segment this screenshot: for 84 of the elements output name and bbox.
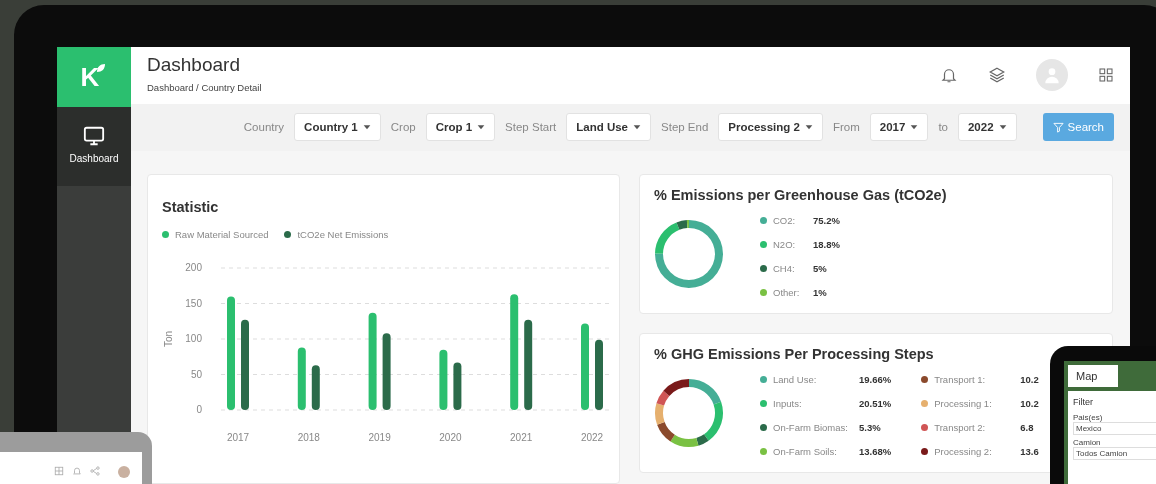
axis-tick-label: 2020 [439, 432, 462, 443]
bar [311, 365, 320, 410]
filter-label: Crop [390, 121, 416, 134]
legend-value: 5% [813, 262, 827, 274]
logo-text: K [80, 61, 100, 93]
bar [297, 347, 306, 410]
bar [453, 362, 462, 410]
filter-label: to [938, 121, 948, 134]
axis-tick-label: 2021 [510, 432, 533, 443]
axis-tick-label: 2017 [226, 432, 250, 443]
input-field[interactable]: Mexico [1073, 422, 1156, 435]
legend-value: 6.8 [1020, 421, 1034, 433]
legend-value: 19.66% [859, 373, 892, 385]
dropdown[interactable]: Processing 2 [718, 113, 823, 142]
axis-tick-label: 100 [185, 333, 202, 344]
legend-label: CO2: [773, 214, 797, 226]
dropdown[interactable]: 2022 [957, 113, 1017, 142]
legend-label: Processing 1: [934, 397, 993, 409]
legend-label: Raw Material Sourced [175, 229, 269, 240]
page-title: Dashboard [147, 53, 241, 76]
layers-icon [988, 66, 1006, 85]
input-field[interactable]: Todos Camion [1073, 447, 1156, 460]
caret-icon [633, 123, 641, 132]
grid-icon [54, 466, 64, 476]
legend-value: 1% [813, 286, 827, 298]
legend-value: 20.51% [859, 397, 892, 409]
caret-icon [910, 123, 919, 132]
legend-value: 13.6 [1020, 445, 1039, 457]
field-label: Pais(es) [1073, 413, 1104, 422]
dropdown[interactable]: 2017 [869, 113, 929, 142]
axis-tick-label: 200 [185, 262, 202, 273]
legend-label: CH4: [773, 262, 796, 274]
legend-label: N2O: [773, 238, 797, 250]
legend-label: Inputs: [773, 397, 803, 409]
legend-value: 10.2 [1020, 373, 1039, 385]
filter-label: Step Start [505, 121, 557, 134]
filter-label: From [832, 121, 860, 134]
legend-label: Processing 2: [934, 445, 993, 457]
legend-label: Land Use: [773, 373, 818, 385]
filter-label: Country [243, 121, 285, 134]
caret-icon [477, 123, 486, 132]
axis-tick-label: 2022 [580, 432, 604, 443]
axis-tick-label: 2018 [297, 432, 320, 443]
axis-tick-label: 2019 [368, 432, 391, 443]
axis-tick-label: 50 [190, 368, 202, 380]
legend-value: 18.8% [813, 238, 840, 250]
axis-tick-label: 0 [196, 404, 202, 415]
bar [595, 339, 603, 410]
sidebar-item[interactable]: Dashboard [57, 107, 131, 186]
avatar[interactable] [1036, 59, 1068, 92]
caret-icon [362, 123, 371, 132]
axis-title: Ton [163, 330, 174, 348]
legend-label: tCO2e Net Emissions [297, 229, 389, 240]
bar [439, 349, 448, 410]
legend-label: Transport 2: [934, 421, 987, 433]
share-icon [90, 466, 100, 476]
dropdown[interactable]: Land Use [566, 113, 651, 142]
panel-title: Filter [1073, 397, 1094, 407]
map-tab[interactable]: Map [1068, 365, 1118, 387]
legend-value: 10.2 [1020, 397, 1039, 409]
legend-label: On-Farm Soils: [773, 445, 838, 457]
legend-value: 5.3% [859, 421, 881, 433]
bell-icon [940, 66, 958, 85]
monitor-icon [83, 125, 105, 147]
legend-value: 75.2% [813, 214, 840, 226]
grid-icon [1098, 67, 1114, 84]
legend-label: On-Farm Biomas: [773, 421, 849, 433]
card-title: % GHG Emissions Per Processing Steps [654, 346, 935, 362]
field-label: Camion [1073, 438, 1102, 447]
axis-tick-label: 150 [185, 297, 202, 309]
avatar[interactable] [118, 466, 130, 478]
legend-value: 13.68% [859, 445, 892, 457]
filter-label: Step End [661, 121, 709, 134]
card-title: Statistic [162, 199, 220, 215]
legend-label: Transport 1: [934, 373, 987, 385]
breadcrumb: Dashboard / Country Detail [147, 81, 262, 93]
dropdown[interactable]: Crop 1 [425, 113, 496, 142]
filter-icon [1052, 121, 1064, 133]
caret-icon [998, 123, 1007, 132]
dropdown[interactable]: Country 1 [294, 113, 381, 142]
bell-icon [72, 466, 82, 476]
caret-icon [804, 123, 813, 132]
legend-label: Other: [773, 286, 801, 298]
card-title: % Emissions per Greenhouse Gas (tCO2e) [654, 187, 948, 203]
